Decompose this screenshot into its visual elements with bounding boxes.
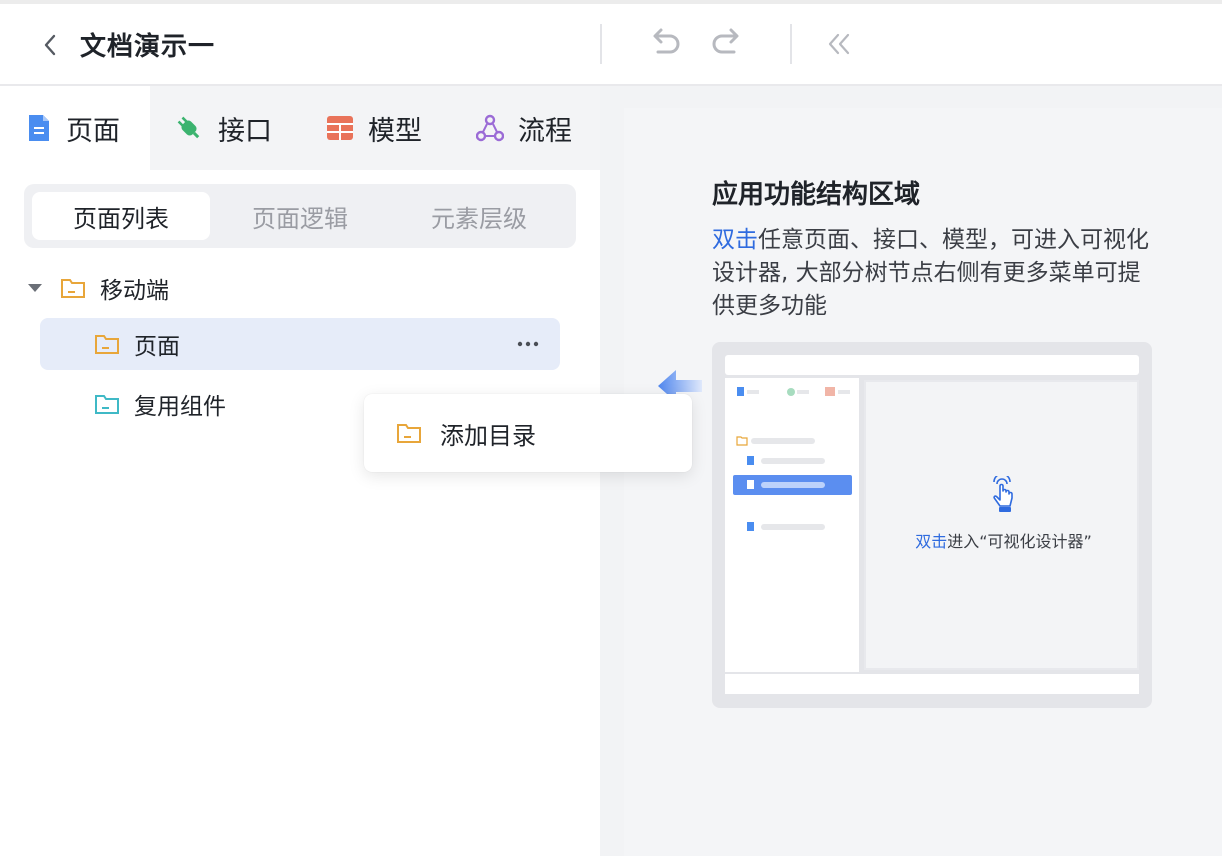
illus-doc-icon	[747, 522, 754, 531]
folder-icon	[61, 279, 85, 298]
illus-sidebar	[725, 378, 859, 672]
folder-icon	[95, 335, 119, 354]
guide-description: 双击任意页面、接口、模型，可进入可视化设计器, 大部分树节点右侧有更多菜单可提供…	[712, 224, 1152, 323]
illus-selected-row	[733, 475, 852, 495]
add-directory-menu-item[interactable]: 添加目录	[364, 394, 692, 472]
more-options-button[interactable]	[516, 332, 540, 356]
chevron-left-icon	[44, 34, 56, 56]
guide-title: 应用功能结构区域	[712, 180, 921, 210]
illus-folder-icon	[736, 436, 748, 446]
illus-bar	[761, 482, 825, 488]
caret-down-icon[interactable]	[28, 283, 42, 293]
tree-node-label: 移动端	[100, 278, 169, 304]
redo-button[interactable]	[706, 26, 746, 62]
segment-element-hierarchy[interactable]: 元素层级	[390, 192, 568, 240]
folder-teal-icon	[95, 395, 119, 414]
right-panel: 应用功能结构区域 双击任意页面、接口、模型，可进入可视化设计器, 大部分树节点右…	[600, 86, 1222, 856]
tab-flow[interactable]: 流程	[476, 86, 572, 170]
illus-bar	[761, 524, 825, 530]
illus-doc-icon	[747, 456, 754, 465]
illus-tabs-icon	[737, 387, 850, 396]
guide-area: 应用功能结构区域 双击任意页面、接口、模型，可进入可视化设计器, 大部分树节点右…	[624, 108, 1222, 856]
designer-illustration: 双击进入“可视化设计器”	[712, 342, 1152, 708]
tab-model-label: 模型	[368, 115, 422, 147]
tab-api-label: 接口	[218, 115, 272, 147]
guide-desc-highlight: 双击	[712, 227, 758, 253]
segment-page-list[interactable]: 页面列表	[32, 192, 210, 240]
illus-doc-icon	[747, 480, 754, 489]
illus-canvas: 双击进入“可视化设计器”	[864, 380, 1139, 670]
illus-caption: 双击进入“可视化设计器”	[866, 528, 1141, 552]
table-icon	[327, 116, 353, 140]
tree-node-label: 复用组件	[134, 394, 226, 420]
undo-icon	[653, 28, 680, 54]
page-doc-icon	[29, 115, 49, 141]
more-horizontal-icon	[517, 341, 539, 347]
tree-node-mobile[interactable]: 移动端	[28, 262, 568, 314]
folder-icon	[397, 424, 421, 443]
context-menu: 添加目录	[364, 394, 692, 472]
back-button[interactable]	[38, 30, 64, 60]
illus-bar	[751, 438, 815, 444]
header: 文档演示一	[0, 4, 1222, 86]
tab-pages-label: 页面	[66, 115, 120, 147]
flow-icon	[476, 114, 504, 142]
illus-bottombar	[725, 674, 1139, 694]
redo-icon	[712, 28, 739, 54]
pointing-hand-icon	[993, 476, 1013, 512]
menu-item-label: 添加目录	[440, 421, 536, 450]
undo-button[interactable]	[646, 26, 686, 62]
document-title: 文档演示一	[80, 32, 216, 62]
tab-api[interactable]: 接口	[174, 86, 272, 170]
header-divider-2	[790, 24, 792, 64]
illus-bar	[761, 458, 825, 464]
main-tabs: 页面 接口 模型 流程	[0, 86, 600, 170]
double-chevron-left-icon	[828, 33, 850, 55]
guide-desc-text: 任意页面、接口、模型，可进入可视化设计器, 大部分树节点右侧有更多菜单可提供更多…	[712, 227, 1149, 319]
plug-icon	[177, 116, 200, 139]
tree-node-label: 页面	[134, 334, 180, 360]
page-view-switcher: 页面列表 页面逻辑 元素层级	[24, 184, 576, 248]
header-divider	[600, 24, 602, 64]
illus-caption-highlight: 双击	[915, 532, 948, 551]
collapse-panel-button[interactable]	[820, 26, 860, 62]
segment-page-logic[interactable]: 页面逻辑	[211, 192, 389, 240]
illus-topbar	[725, 355, 1139, 375]
tab-flow-label: 流程	[518, 115, 572, 147]
tree-node-pages[interactable]: 页面	[40, 318, 560, 370]
tab-model[interactable]: 模型	[326, 86, 422, 170]
illus-caption-text: 进入“可视化设计器”	[947, 532, 1092, 551]
tab-pages[interactable]: 页面	[0, 86, 150, 170]
